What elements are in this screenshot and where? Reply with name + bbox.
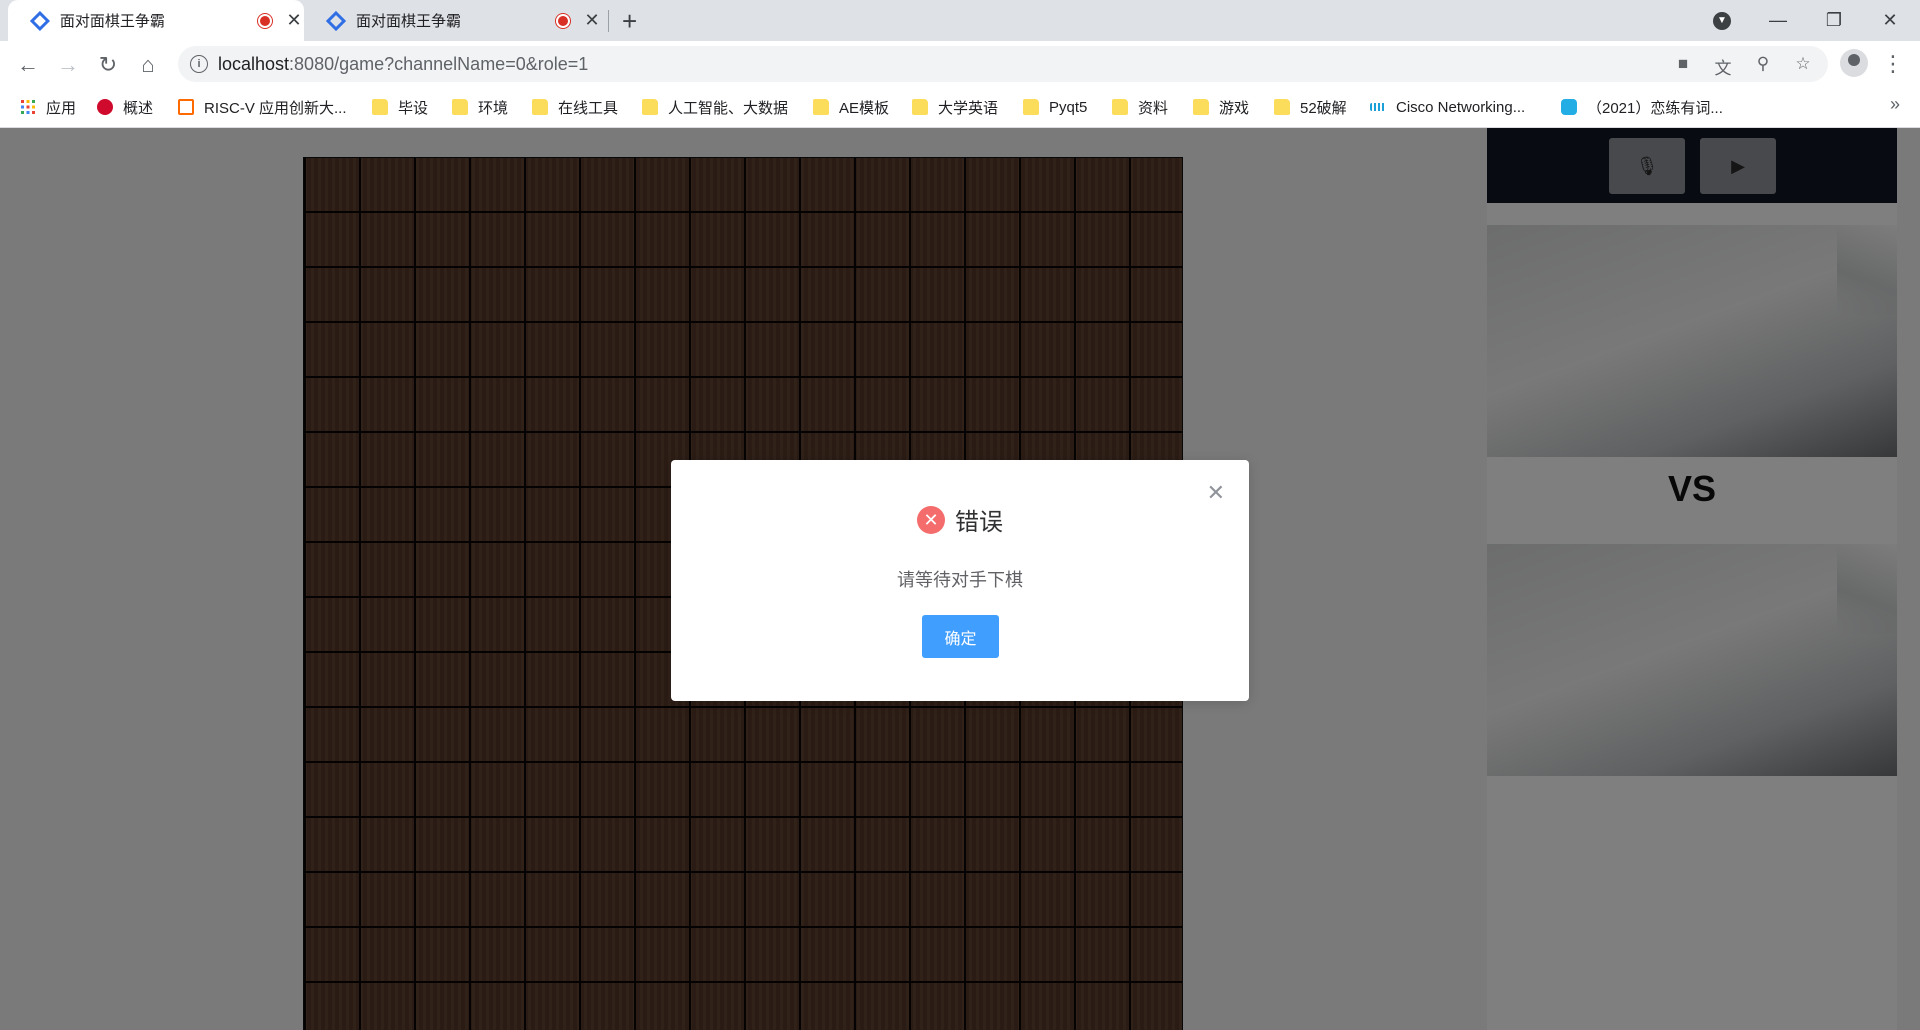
bookmark-folder-ai[interactable]: 人工智能、大数据 [642, 96, 788, 118]
cisco-icon [1370, 103, 1386, 111]
window-close-icon[interactable]: ✕ [1862, 0, 1918, 41]
folder-icon [532, 99, 548, 115]
app-favicon-icon [30, 10, 50, 31]
bookmark-cisco[interactable]: Cisco Networking... [1370, 96, 1525, 118]
bookmark-folder-graduation[interactable]: 毕设 [372, 96, 428, 118]
dialog-message: 请等待对手下棋 [897, 570, 1023, 590]
folder-icon [813, 99, 829, 115]
profile-avatar[interactable] [1840, 49, 1868, 77]
bookmark-label: 大学英语 [938, 99, 999, 117]
folder-icon [1023, 99, 1039, 115]
folder-icon [372, 99, 388, 115]
tab-divider [608, 10, 609, 32]
more-bookmarks-icon[interactable]: » [1890, 94, 1900, 115]
reload-icon[interactable]: ↻ [92, 49, 124, 81]
bookmark-folder-english[interactable]: 大学英语 [912, 96, 998, 118]
back-icon[interactable]: ← [12, 49, 44, 81]
bookmark-folder-materials[interactable]: 资料 [1112, 96, 1168, 118]
recording-icon [556, 13, 570, 28]
folder-icon [912, 99, 928, 115]
tab-game-2[interactable]: 面对面棋王争霸 ✕ [304, 0, 604, 41]
tab-close-icon[interactable]: ✕ [284, 10, 304, 31]
bilibili-icon [1561, 99, 1577, 115]
site-info-icon[interactable]: i [190, 55, 208, 73]
url-host: localhost [218, 54, 290, 74]
dialog-title: 错误 [955, 509, 1003, 536]
tab-game-1[interactable]: 面对面棋王争霸 ✕ [8, 0, 304, 41]
bookmark-overview[interactable]: 概述 [97, 96, 153, 118]
browser-toolbar: ← → ↻ ⌂ i localhost:8080/game?channelNam… [0, 41, 1920, 88]
bookmark-label: Pyqt5 [1049, 98, 1088, 116]
restore-icon[interactable]: ❐ [1806, 0, 1862, 41]
folder-icon [1112, 99, 1128, 115]
bookmark-label: 人工智能、大数据 [668, 99, 789, 117]
bookmark-folder-ae[interactable]: AE模板 [813, 96, 889, 118]
bookmark-label: RISC-V 应用创新大... [204, 99, 347, 117]
bookmark-folder-games[interactable]: 游戏 [1193, 96, 1249, 118]
bookmark-star-icon[interactable]: ☆ [1792, 54, 1814, 76]
error-dialog: ✕ ✕ 错误 请等待对手下棋 确定 [671, 460, 1249, 701]
tab-title: 面对面棋王争霸 [356, 13, 462, 30]
bookmark-label: 环境 [478, 99, 509, 117]
tab-close-icon[interactable]: ✕ [582, 10, 602, 31]
huawei-icon [97, 99, 113, 115]
bookmark-bilibili[interactable]: （2021）恋练有词... [1561, 96, 1723, 118]
folder-icon [1193, 99, 1209, 115]
url-text[interactable]: localhost:8080/game?channelName=0&role=1 [218, 54, 588, 75]
recording-icon [258, 13, 273, 28]
translate-icon[interactable]: 文 [1712, 54, 1734, 78]
bookmark-folder-52pojie[interactable]: 52破解 [1274, 96, 1347, 118]
url-path: :8080/game?channelName=0&role=1 [289, 54, 589, 74]
bookmark-label: 概述 [123, 99, 154, 117]
bookmark-label: （2021）恋练有词... [1587, 99, 1723, 117]
error-icon: ✕ [917, 505, 945, 534]
bookmark-apps[interactable]: 应用 [20, 96, 76, 118]
bookmark-folder-env[interactable]: 环境 [452, 96, 508, 118]
bookmark-label: AE模板 [839, 99, 890, 117]
tab-search-icon[interactable]: ▼ [1713, 12, 1731, 30]
bookmark-label: 资料 [1138, 99, 1169, 117]
confirm-button[interactable]: 确定 [922, 615, 999, 658]
folder-icon [452, 99, 468, 115]
address-bar[interactable]: i localhost:8080/game?channelName=0&role… [178, 46, 1828, 82]
menu-icon[interactable]: ⋮ [1882, 51, 1904, 77]
tab-strip: 面对面棋王争霸 ✕ 面对面棋王争霸 ✕ + ▼ — ❐ ✕ [0, 0, 1920, 41]
new-tab-icon[interactable]: + [622, 6, 637, 37]
home-icon[interactable]: ⌂ [132, 49, 164, 81]
app-favicon-icon [326, 10, 346, 31]
apps-grid-icon [21, 100, 35, 114]
folder-icon [642, 99, 658, 115]
camera-icon[interactable]: ■ [1672, 54, 1694, 76]
bookmark-label: 毕设 [398, 99, 429, 117]
folder-icon [1274, 99, 1290, 115]
bookmark-label: 游戏 [1219, 99, 1250, 117]
risc-v-icon [178, 99, 194, 115]
dialog-header: ✕ 错误 [671, 502, 1249, 537]
bookmark-label: 在线工具 [558, 99, 619, 117]
bookmark-risc-v[interactable]: RISC-V 应用创新大... [178, 96, 347, 118]
bookmark-label: 应用 [46, 99, 77, 117]
minimize-icon[interactable]: — [1750, 0, 1806, 41]
tab-title: 面对面棋王争霸 [59, 13, 165, 30]
bookmarks-bar: 应用 概述 RISC-V 应用创新大... 毕设 环境 在线工具 人工智能、大数… [0, 88, 1920, 128]
bookmark-label: Cisco Networking... [1396, 98, 1526, 116]
bookmark-folder-pyqt5[interactable]: Pyqt5 [1023, 96, 1087, 118]
bookmark-folder-tools[interactable]: 在线工具 [532, 96, 618, 118]
zoom-icon[interactable]: ⚲ [1752, 54, 1774, 76]
bookmark-label: 52破解 [1300, 99, 1347, 117]
forward-icon[interactable]: → [52, 49, 84, 81]
